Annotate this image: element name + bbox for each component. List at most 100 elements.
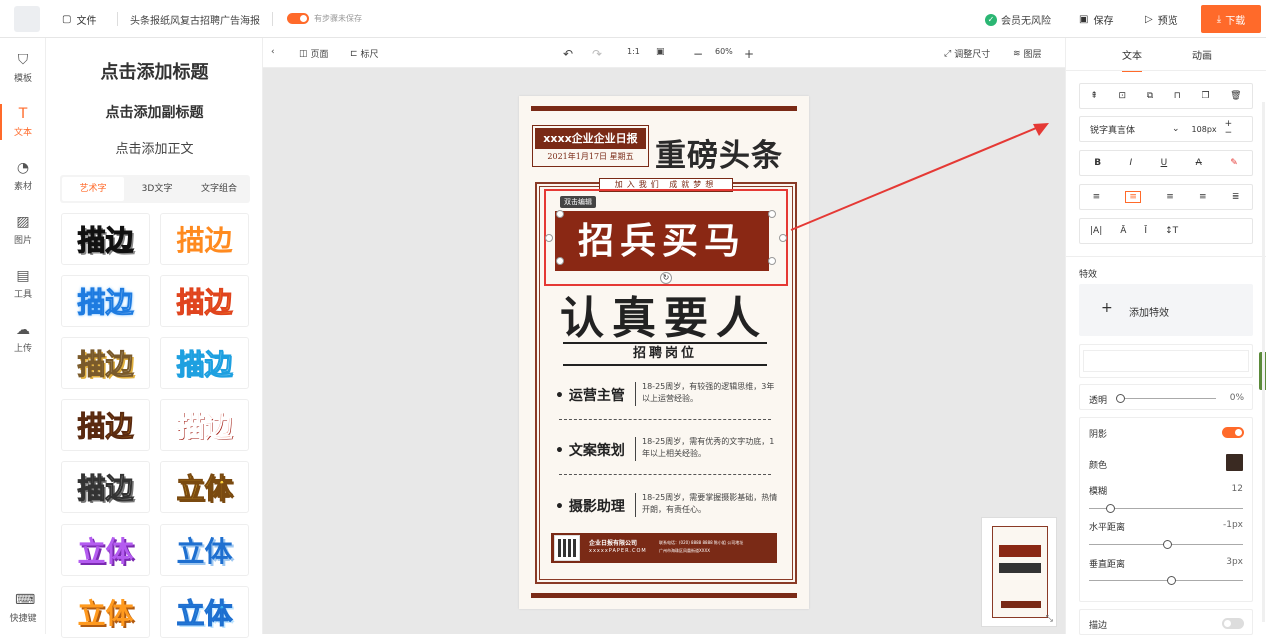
bold-icon[interactable]: B — [1094, 158, 1101, 168]
distribute-icon[interactable]: ≣ — [1232, 192, 1240, 202]
font-size-input[interactable]: 108px — [1192, 125, 1217, 134]
scrollbar[interactable] — [1262, 102, 1265, 622]
job-item[interactable]: • 文案策划 18-25周岁，需有优秀的文字功底，1年以上相关经验。 — [555, 434, 777, 464]
art-text-tile[interactable]: 描边 — [61, 399, 150, 451]
stroke-toggle[interactable] — [1222, 618, 1244, 629]
art-text-tile[interactable]: 立体 — [160, 524, 249, 576]
autosave-toggle[interactable] — [287, 13, 309, 24]
font-size-stepper[interactable]: + − — [1225, 120, 1233, 138]
tab-3d-text[interactable]: 3D文字 — [126, 175, 188, 203]
nav-template[interactable]: ⛉ 模板 — [0, 52, 46, 84]
add-body-button[interactable]: 点击添加正文 — [46, 138, 263, 157]
rotate-icon[interactable]: ↻ — [660, 272, 672, 284]
effect-preset-card[interactable] — [1079, 344, 1253, 378]
underline-icon[interactable]: U — [1161, 158, 1168, 168]
expand-icon[interactable]: ⤡ — [1046, 614, 1053, 624]
resize-handle[interactable] — [768, 257, 776, 265]
line-spacing-icon[interactable]: Ā — [1120, 226, 1126, 236]
align-center-icon[interactable]: ≡ — [1125, 191, 1141, 203]
resize-button[interactable]: ⤢ 调整尺寸 — [944, 47, 990, 61]
shadow-color-swatch[interactable] — [1226, 454, 1243, 471]
art-text-tile[interactable]: 立体 — [160, 586, 249, 638]
blur-slider[interactable] — [1089, 504, 1243, 513]
jobs-heading[interactable]: 招聘岗位 — [563, 342, 767, 366]
nav-material[interactable]: ◔ 素材 — [0, 160, 46, 192]
art-text-tile[interactable]: 描边 — [160, 337, 249, 389]
art-text-tile[interactable]: 描边 — [61, 337, 150, 389]
nav-shortcut[interactable]: ⌨ 快捷键 — [0, 592, 46, 624]
strikethrough-icon[interactable]: A — [1196, 158, 1202, 168]
member-badge[interactable]: ✓ 会员无风险 — [985, 12, 1051, 27]
fit-button[interactable]: ▣ — [656, 47, 665, 57]
redo-button[interactable]: ↷ — [592, 47, 602, 61]
ratio-button[interactable]: 1:1 — [627, 47, 640, 56]
slider-knob[interactable] — [1116, 394, 1125, 403]
zoom-in-button[interactable]: + — [744, 47, 754, 61]
duplicate-icon[interactable]: ❐ — [1201, 91, 1209, 101]
zoom-out-button[interactable]: − — [693, 47, 703, 61]
shadow-toggle[interactable] — [1222, 427, 1244, 438]
trash-icon[interactable]: 🗑 — [1230, 91, 1241, 101]
undo-button[interactable]: ↶ — [563, 47, 573, 61]
art-text-tile[interactable]: 描边 — [61, 275, 150, 327]
italic-icon[interactable]: I — [1130, 158, 1133, 168]
collapse-panel-button[interactable]: ‹ — [271, 47, 275, 57]
resize-handle[interactable] — [768, 210, 776, 218]
preview-button[interactable]: ▷ 预览 — [1145, 12, 1178, 27]
art-text-tile[interactable]: 立体 — [61, 524, 150, 576]
layer-order-icon[interactable]: ⇞ — [1090, 91, 1098, 101]
font-family-select[interactable]: 锐字真言体 — [1090, 123, 1160, 136]
vertical-text-icon[interactable]: ↕T — [1165, 226, 1178, 236]
slider-knob[interactable] — [1167, 576, 1176, 585]
art-text-tile[interactable]: 描边 — [61, 461, 150, 513]
resize-handle[interactable] — [556, 210, 564, 218]
text-color-icon[interactable]: ✎ — [1230, 158, 1238, 168]
headline-text[interactable]: 重磅头条 — [655, 130, 783, 175]
letter-spacing-icon[interactable]: |A| — [1090, 226, 1102, 236]
file-menu[interactable]: ▢ 文件 — [62, 12, 96, 27]
art-text-tile[interactable]: 描边 — [61, 213, 150, 265]
page-button[interactable]: ◫ 页面 — [299, 47, 329, 61]
newspaper-masthead[interactable]: xxxx企业企业日报 2021年1月17日 星期五 — [532, 125, 649, 167]
sub-title-text[interactable]: 认真要人 — [519, 282, 809, 346]
slider-knob[interactable] — [1163, 540, 1172, 549]
job-item[interactable]: • 摄影助理 18-25周岁，需要掌握摄影基础，热情开朗，有责任心。 — [555, 490, 777, 520]
resize-handle[interactable] — [556, 257, 564, 265]
align-right-icon[interactable]: ≡ — [1166, 192, 1174, 202]
layers-button[interactable]: ≋ 图层 — [1013, 47, 1042, 61]
document-title[interactable]: 头条报纸风复古招聘广告海报 — [130, 12, 260, 27]
poster-footer[interactable]: 企业日报有限公司 xxxxxPAPER.COM 联系电话：(020) 8888 … — [551, 533, 777, 563]
tab-art-text[interactable]: 艺术字 — [62, 177, 124, 201]
nav-upload[interactable]: ☁ 上传 — [0, 322, 46, 354]
art-text-tile[interactable]: 描边 — [160, 275, 249, 327]
download-button[interactable]: ⤓ 下载 — [1201, 5, 1261, 33]
lock-icon[interactable]: ⊓ — [1174, 91, 1181, 101]
add-title-button[interactable]: 点击添加标题 — [46, 58, 263, 84]
align-icon[interactable]: ⊡ — [1119, 91, 1127, 101]
resize-handle[interactable] — [545, 234, 553, 242]
add-subtitle-button[interactable]: 点击添加副标题 — [46, 102, 263, 122]
job-item[interactable]: • 运营主管 18-25周岁，有较强的逻辑思维，3年以上运营经验。 — [555, 379, 777, 409]
opacity-slider[interactable] — [1116, 394, 1216, 403]
ruler-button[interactable]: ⊏ 标尺 — [350, 47, 379, 61]
page-thumbnail[interactable]: ⤡ — [981, 517, 1057, 627]
art-text-tile[interactable]: 描边 — [160, 399, 249, 451]
nav-tools[interactable]: ▤ 工具 — [0, 268, 46, 300]
tab-text[interactable]: 文本 — [1122, 47, 1142, 72]
justify-icon[interactable]: ≡ — [1199, 192, 1207, 202]
app-logo[interactable] — [14, 6, 40, 32]
group-icon[interactable]: ⧉ — [1147, 91, 1153, 101]
art-text-tile[interactable]: 立体 — [160, 461, 249, 513]
chevron-down-icon[interactable]: ⌄ — [1172, 124, 1180, 134]
hdist-slider[interactable] — [1089, 540, 1243, 549]
vertical-align-icon[interactable]: Ī — [1144, 226, 1147, 236]
zoom-level[interactable]: 60% — [715, 47, 733, 56]
add-effect-button[interactable]: + 添加特效 — [1079, 284, 1253, 336]
tab-animation[interactable]: 动画 — [1192, 47, 1212, 62]
save-button[interactable]: ▣ 保存 — [1079, 12, 1113, 27]
art-text-tile[interactable]: 立体 — [61, 586, 150, 638]
art-text-tile[interactable]: 描边 — [160, 213, 249, 265]
poster-canvas[interactable]: xxxx企业企业日报 2021年1月17日 星期五 重磅头条 加入我们 成就梦想… — [519, 96, 809, 609]
tab-text-combo[interactable]: 文字组合 — [188, 175, 250, 203]
nav-image[interactable]: ▨ 图片 — [0, 214, 46, 246]
